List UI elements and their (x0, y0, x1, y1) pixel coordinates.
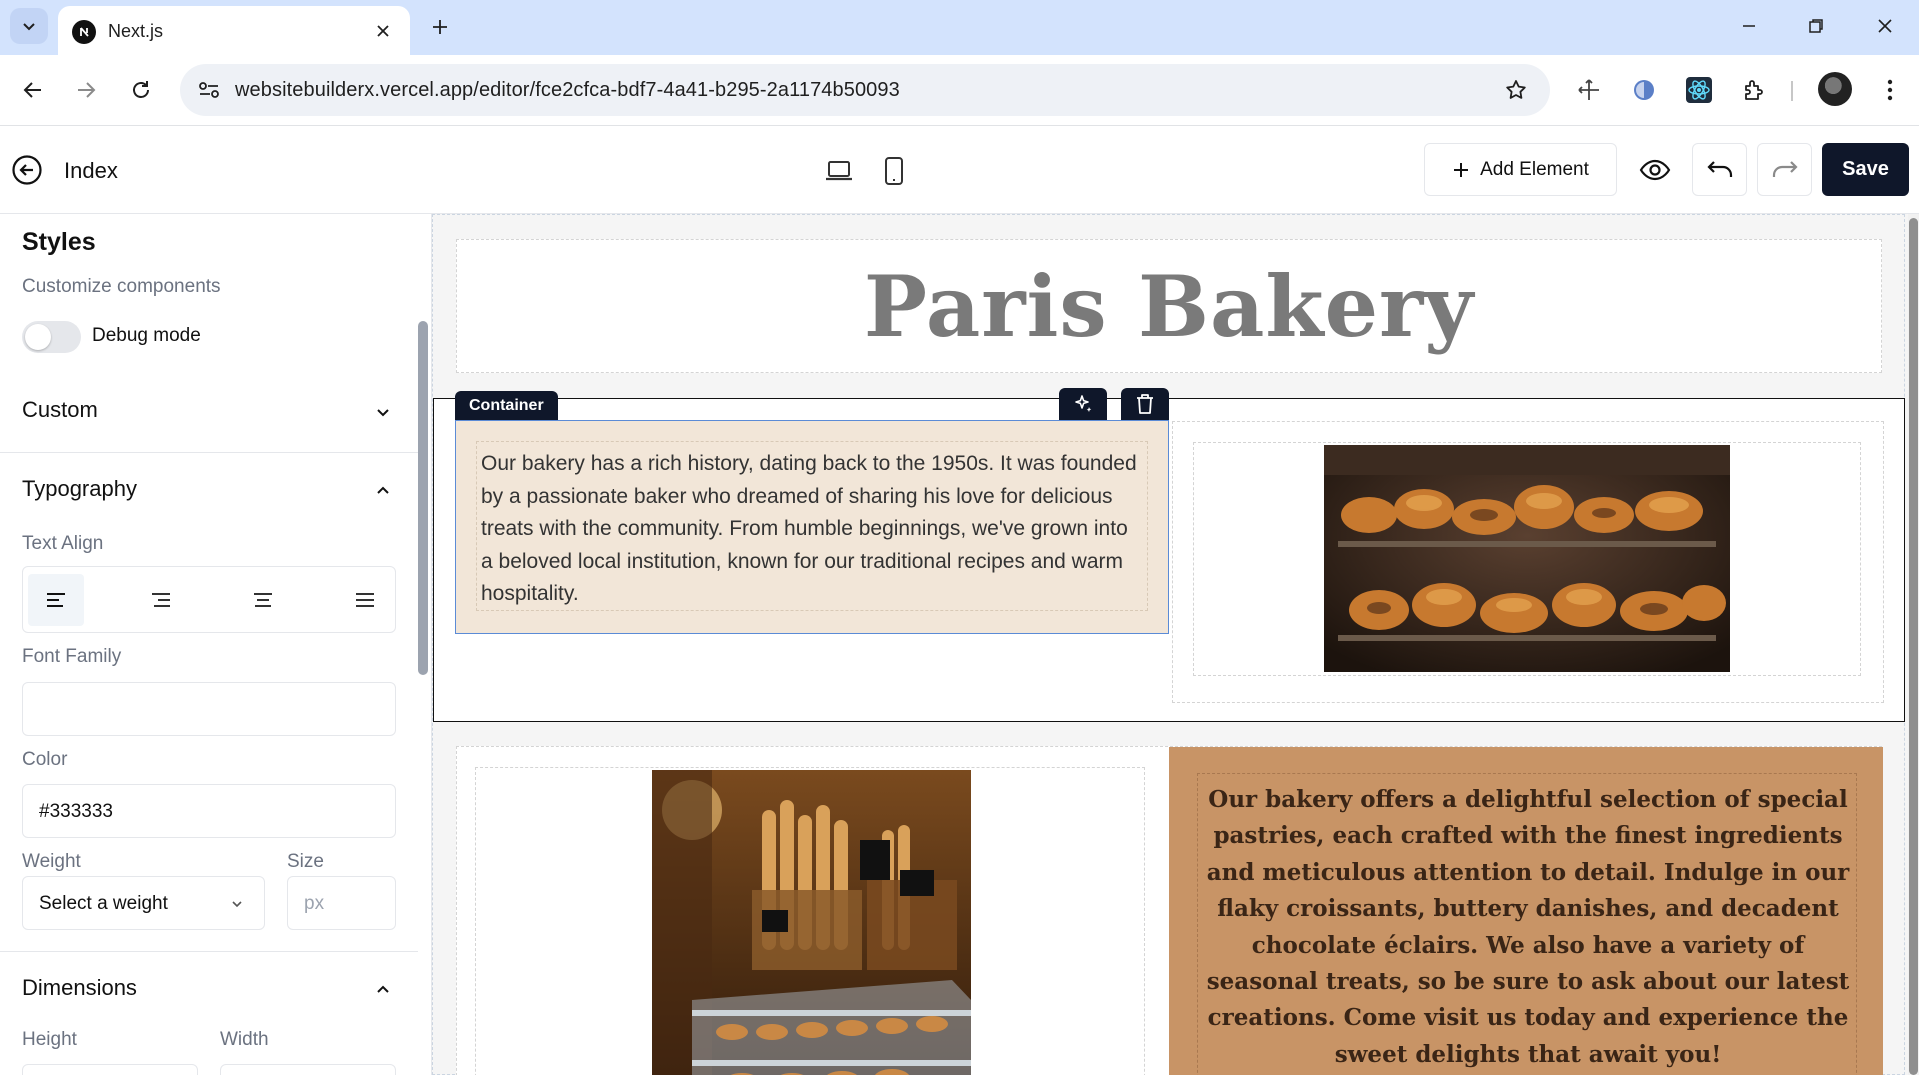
styles-subtitle: Customize components (22, 276, 221, 297)
plus-icon (1454, 162, 1469, 177)
selected-container[interactable]: Our bakery has a rich history, dating ba… (455, 420, 1169, 634)
weight-select[interactable]: Select a weight (22, 876, 265, 930)
browser-menu-icon[interactable] (1872, 72, 1908, 108)
specials-text-wrapper[interactable]: Our bakery offers a delightful selection… (1197, 773, 1857, 1075)
nextjs-favicon (72, 20, 96, 44)
extension-icon[interactable] (1626, 72, 1662, 108)
browser-toolbar: websitebuilderx.vercel.app/editor/fce2cf… (0, 55, 1919, 126)
hero-section[interactable]: Paris Bakery (456, 239, 1882, 373)
specials-block[interactable]: Our bakery offers a delightful selection… (1169, 747, 1883, 1075)
typography-section-header[interactable]: Typography (0, 460, 418, 520)
font-family-input[interactable] (22, 682, 396, 736)
profile-avatar[interactable] (1818, 72, 1852, 106)
move-tool-icon[interactable] (1571, 72, 1607, 108)
editor-header: Index Add Element Save (0, 126, 1919, 214)
image-column[interactable] (1172, 421, 1884, 703)
toggle-knob (25, 324, 51, 350)
width-label: Width (220, 1029, 269, 1050)
canvas-scrollbar-thumb[interactable] (1909, 218, 1918, 1075)
width-input[interactable] (220, 1064, 396, 1075)
restore-icon[interactable] (1791, 8, 1841, 44)
sparkle-icon (1075, 395, 1092, 412)
page-name: Index (64, 158, 118, 183)
undo-button[interactable] (1692, 143, 1747, 196)
hero-title[interactable]: Paris Bakery (864, 257, 1474, 356)
browser-tabstrip: Next.js (0, 0, 1919, 55)
delete-element-button[interactable] (1121, 388, 1169, 420)
browser-tab[interactable]: Next.js (58, 6, 410, 55)
tab-list-icon[interactable] (10, 8, 48, 44)
sidebar-scrollbar[interactable] (418, 321, 428, 675)
custom-section-header[interactable]: Custom (0, 381, 418, 441)
minimize-icon[interactable] (1724, 8, 1774, 44)
trash-icon (1137, 394, 1153, 414)
close-icon[interactable] (370, 18, 396, 44)
size-label: Size (287, 851, 324, 872)
new-tab-button[interactable] (424, 11, 456, 43)
add-element-button[interactable]: Add Element (1424, 143, 1617, 196)
weight-label: Weight (22, 851, 81, 872)
text-align-label: Text Align (22, 533, 104, 554)
toolbar-divider (1791, 81, 1793, 101)
selected-element-tag: Container (455, 391, 558, 420)
align-left-icon[interactable] (28, 574, 84, 626)
redo-icon (1772, 160, 1798, 177)
dimensions-section-title: Dimensions (22, 975, 137, 1000)
align-right-icon[interactable] (133, 574, 189, 626)
image-column[interactable] (475, 767, 1145, 1075)
back-circle-icon[interactable] (10, 153, 44, 187)
color-label: Color (22, 749, 68, 770)
reload-icon[interactable] (122, 71, 160, 109)
pastry-display-photo[interactable] (1324, 445, 1730, 672)
section-divider (0, 951, 418, 952)
back-arrow-icon[interactable] (14, 71, 52, 109)
save-button[interactable]: Save (1822, 143, 1909, 196)
debug-mode-label: Debug mode (92, 325, 201, 346)
react-devtools-icon[interactable] (1681, 72, 1717, 108)
address-bar[interactable]: websitebuilderx.vercel.app/editor/fce2cf… (180, 64, 1550, 116)
history-paragraph[interactable]: Our bakery has a rich history, dating ba… (481, 448, 1141, 611)
styles-title: Styles (22, 228, 96, 256)
redo-button[interactable] (1757, 143, 1812, 196)
undo-icon (1706, 160, 1732, 177)
size-input[interactable]: px (287, 876, 396, 930)
weight-select-value: Select a weight (39, 893, 168, 914)
specials-row[interactable]: Our bakery offers a delightful selection… (456, 746, 1883, 1075)
editor-canvas: Paris Bakery Container Our bakery has a … (432, 214, 1919, 1075)
height-input[interactable] (22, 1064, 198, 1075)
tab-title: Next.js (108, 21, 164, 41)
dimensions-section-header[interactable]: Dimensions (0, 959, 418, 1019)
align-justify-icon[interactable] (337, 574, 393, 626)
add-element-label: Add Element (1480, 158, 1589, 180)
close-window-icon[interactable] (1860, 8, 1910, 44)
chevron-down-icon (225, 892, 249, 916)
mobile-icon[interactable] (877, 154, 911, 188)
site-info-icon[interactable] (194, 76, 224, 104)
styles-sidebar: Styles Customize components Debug mode C… (0, 214, 432, 1075)
specials-paragraph[interactable]: Our bakery offers a delightful selection… (1198, 782, 1858, 1073)
bookmark-star-icon[interactable] (1502, 76, 1530, 104)
history-text-block[interactable]: Our bakery has a rich history, dating ba… (476, 441, 1148, 611)
puzzle-extensions-icon[interactable] (1736, 72, 1772, 108)
text-align-group (22, 566, 396, 633)
align-center-icon[interactable] (235, 574, 291, 626)
color-input[interactable]: #333333 (22, 784, 396, 838)
debug-mode-toggle[interactable] (22, 321, 81, 353)
forward-arrow-icon[interactable] (67, 71, 105, 109)
chevron-up-icon (370, 977, 396, 1003)
chevron-down-icon (370, 399, 396, 425)
section-divider (0, 452, 418, 453)
typography-section-title: Typography (22, 476, 137, 501)
custom-section-title: Custom (22, 397, 98, 422)
laptop-icon[interactable] (822, 154, 856, 188)
eye-icon[interactable] (1627, 143, 1682, 196)
ai-sparkle-button[interactable] (1059, 388, 1107, 420)
chevron-up-icon (370, 478, 396, 504)
height-label: Height (22, 1029, 77, 1050)
url-text[interactable]: websitebuilderx.vercel.app/editor/fce2cf… (235, 79, 900, 102)
image-wrapper[interactable] (1193, 442, 1861, 676)
bakery-interior-photo[interactable] (652, 770, 971, 1075)
font-family-label: Font Family (22, 646, 122, 667)
